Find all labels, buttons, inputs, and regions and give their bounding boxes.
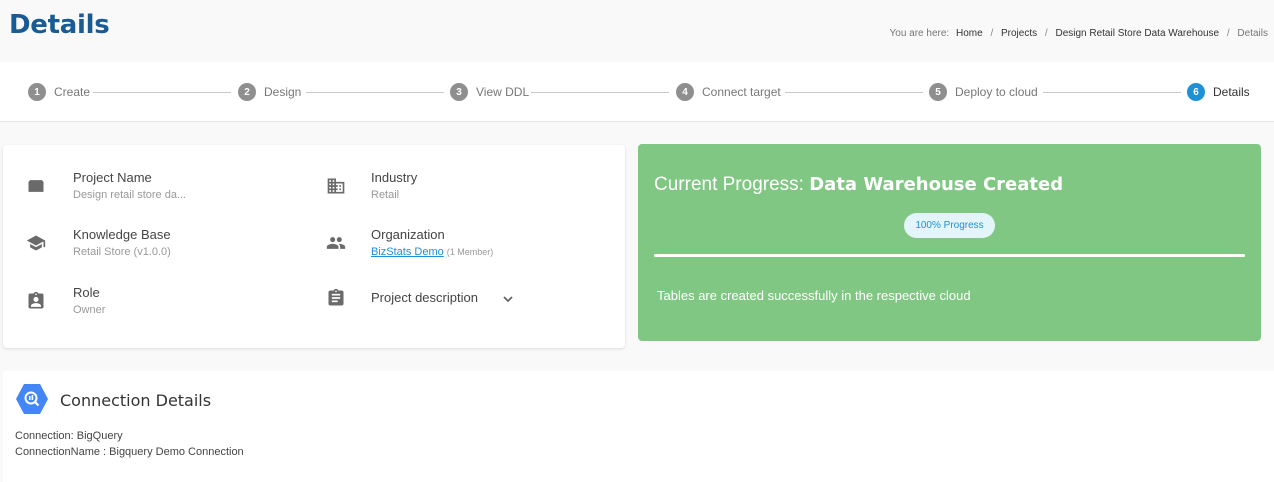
project-description-toggle[interactable]: Project description	[371, 290, 478, 305]
page-title: Details	[9, 10, 110, 40]
step-label: Connect target	[702, 85, 781, 99]
step-label: View DDL	[476, 85, 530, 99]
step-details[interactable]: 6 Details	[1187, 83, 1250, 101]
role-value: Owner	[73, 304, 106, 316]
step-connector	[785, 92, 923, 93]
step-number: 3	[450, 83, 468, 101]
step-number: 2	[238, 83, 256, 101]
organization-label: Organization	[371, 227, 445, 242]
breadcrumb-projects[interactable]: Projects	[1001, 28, 1037, 39]
breadcrumb-current: Details	[1237, 28, 1268, 39]
people-icon	[326, 233, 346, 253]
folder-icon	[26, 176, 46, 196]
step-connector	[93, 92, 231, 93]
industry-value: Retail	[371, 189, 400, 201]
step-view-ddl[interactable]: 3 View DDL	[450, 83, 529, 101]
progress-bar	[654, 254, 1245, 257]
project-name-value: Design retail store da...	[73, 189, 187, 201]
breadcrumb-project[interactable]: Design Retail Store Data Warehouse	[1055, 28, 1219, 39]
organization-link[interactable]: BizStats Demo	[371, 246, 444, 258]
bigquery-icon	[15, 383, 49, 415]
chevron-down-icon[interactable]	[502, 292, 514, 304]
step-number: 4	[676, 83, 694, 101]
connection-type: Connection: BigQuery	[15, 430, 123, 442]
industry-label: Industry	[371, 170, 418, 185]
progress-pill: 100% Progress	[904, 213, 995, 238]
badge-icon	[26, 291, 46, 311]
progress-message: Tables are created successfully in the r…	[657, 288, 971, 303]
progress-fill	[654, 254, 1245, 257]
step-connector	[306, 92, 444, 93]
stepper: 1 Create 2 Design 3 View DDL 4 Connect t…	[0, 62, 1274, 122]
building-icon	[326, 176, 346, 196]
school-icon	[26, 233, 46, 253]
project-name-label: Project Name	[73, 170, 152, 185]
project-info-card: Project Name Design retail store da... I…	[3, 145, 625, 348]
breadcrumb-separator: /	[1226, 28, 1230, 39]
step-number: 6	[1187, 83, 1205, 101]
breadcrumb-separator: /	[1044, 28, 1048, 39]
step-label: Create	[54, 85, 91, 99]
connection-details-card: Connection Details Connection: BigQuery …	[3, 371, 1274, 482]
connection-details-title: Connection Details	[60, 391, 212, 410]
breadcrumb-prefix: You are here:	[889, 28, 950, 39]
breadcrumb: You are here: Home / Projects / Design R…	[890, 28, 1269, 39]
progress-title: Current Progress: Data Warehouse Created	[654, 174, 1063, 196]
progress-status: Data Warehouse Created	[809, 174, 1064, 195]
breadcrumb-separator: /	[990, 28, 994, 39]
step-connector	[531, 92, 669, 93]
step-connector	[1043, 92, 1181, 93]
progress-card: Current Progress: Data Warehouse Created…	[638, 144, 1261, 341]
step-deploy-to-cloud[interactable]: 5 Deploy to cloud	[929, 83, 1038, 101]
step-number: 1	[28, 83, 46, 101]
step-design[interactable]: 2 Design	[238, 83, 301, 101]
step-label: Details	[1213, 85, 1250, 99]
connection-name: ConnectionName : Bigquery Demo Connectio…	[15, 446, 244, 458]
progress-label: Current Progress:	[654, 174, 804, 195]
step-label: Design	[264, 85, 302, 99]
step-create[interactable]: 1 Create	[28, 83, 90, 101]
clipboard-icon	[326, 288, 346, 308]
knowledge-base-value: Retail Store (v1.0.0)	[73, 246, 171, 258]
step-number: 5	[929, 83, 947, 101]
step-label: Deploy to cloud	[955, 85, 1038, 99]
knowledge-base-label: Knowledge Base	[73, 227, 171, 242]
organization-members: (1 Member)	[446, 247, 494, 257]
breadcrumb-home[interactable]: Home	[956, 28, 983, 39]
step-connect-target[interactable]: 4 Connect target	[676, 83, 781, 101]
organization-value: BizStats Demo (1 Member)	[371, 246, 493, 258]
role-label: Role	[73, 285, 100, 300]
